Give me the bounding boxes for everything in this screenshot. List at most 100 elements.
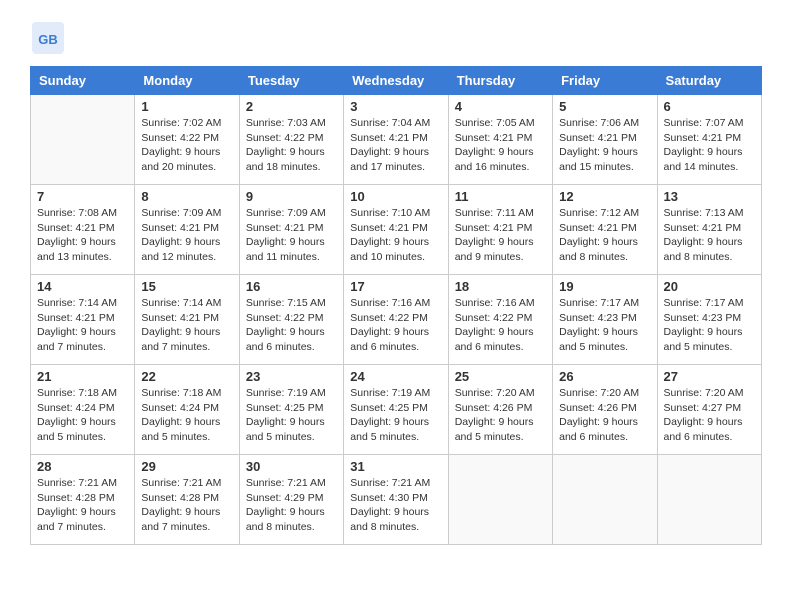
calendar-cell: 20 Sunrise: 7:17 AM Sunset: 4:23 PM Dayli… [657,275,761,365]
day-number: 3 [350,99,441,114]
day-info: Sunrise: 7:21 AM Sunset: 4:28 PM Dayligh… [37,476,128,535]
calendar-cell: 19 Sunrise: 7:17 AM Sunset: 4:23 PM Dayli… [553,275,657,365]
calendar-cell: 6Sunrise: 7:07 AM Sunset: 4:21 PM Daylig… [657,95,761,185]
day-number: 26 [559,369,650,384]
calendar-table: SundayMondayTuesdayWednesdayThursdayFrid… [30,66,762,545]
day-number: 29 [141,459,232,474]
day-info: Sunrise: 7:20 AM Sunset: 4:26 PM Dayligh… [455,386,546,445]
header-monday: Monday [135,67,239,95]
day-number: 13 [664,189,755,204]
calendar-cell: 9 Sunrise: 7:09 AM Sunset: 4:21 PM Daylig… [239,185,343,275]
calendar-cell: 11 Sunrise: 7:11 AM Sunset: 4:21 PM Dayli… [448,185,552,275]
day-info: Sunrise: 7:07 AM Sunset: 4:21 PM Dayligh… [664,116,755,175]
calendar-week-3: 14 Sunrise: 7:14 AM Sunset: 4:21 PM Dayli… [31,275,762,365]
header-friday: Friday [553,67,657,95]
day-info: Sunrise: 7:09 AM Sunset: 4:21 PM Dayligh… [246,206,337,265]
header-tuesday: Tuesday [239,67,343,95]
calendar-cell: 13 Sunrise: 7:13 AM Sunset: 4:21 PM Dayli… [657,185,761,275]
calendar-cell: 21 Sunrise: 7:18 AM Sunset: 4:24 PM Dayli… [31,365,135,455]
calendar-cell: 17 Sunrise: 7:16 AM Sunset: 4:22 PM Dayli… [344,275,448,365]
day-number: 30 [246,459,337,474]
day-number: 16 [246,279,337,294]
day-info: Sunrise: 7:20 AM Sunset: 4:26 PM Dayligh… [559,386,650,445]
day-info: Sunrise: 7:17 AM Sunset: 4:23 PM Dayligh… [664,296,755,355]
day-number: 17 [350,279,441,294]
calendar-cell: 1 Sunrise: 7:02 AM Sunset: 4:22 PM Daylig… [135,95,239,185]
day-info: Sunrise: 7:14 AM Sunset: 4:21 PM Dayligh… [141,296,232,355]
calendar-cell [448,455,552,545]
calendar-cell: 31Sunrise: 7:21 AM Sunset: 4:30 PM Dayli… [344,455,448,545]
day-number: 19 [559,279,650,294]
day-number: 15 [141,279,232,294]
calendar-cell: 12 Sunrise: 7:12 AM Sunset: 4:21 PM Dayli… [553,185,657,275]
calendar-cell [31,95,135,185]
header-wednesday: Wednesday [344,67,448,95]
calendar-week-1: 1 Sunrise: 7:02 AM Sunset: 4:22 PM Daylig… [31,95,762,185]
day-number: 5 [559,99,650,114]
calendar-cell: 4 Sunrise: 7:05 AM Sunset: 4:21 PM Daylig… [448,95,552,185]
day-info: Sunrise: 7:02 AM Sunset: 4:22 PM Dayligh… [141,116,232,175]
day-number: 1 [141,99,232,114]
day-number: 9 [246,189,337,204]
calendar-week-5: 28 Sunrise: 7:21 AM Sunset: 4:28 PM Dayli… [31,455,762,545]
day-info: Sunrise: 7:16 AM Sunset: 4:22 PM Dayligh… [350,296,441,355]
day-number: 31 [350,459,441,474]
calendar-cell: 25 Sunrise: 7:20 AM Sunset: 4:26 PM Dayli… [448,365,552,455]
calendar-cell: 8 Sunrise: 7:09 AM Sunset: 4:21 PM Daylig… [135,185,239,275]
day-number: 18 [455,279,546,294]
day-info: Sunrise: 7:14 AM Sunset: 4:21 PM Dayligh… [37,296,128,355]
calendar-cell: 22 Sunrise: 7:18 AM Sunset: 4:24 PM Dayli… [135,365,239,455]
calendar-cell: 30 Sunrise: 7:21 AM Sunset: 4:29 PM Dayli… [239,455,343,545]
day-info: Sunrise: 7:03 AM Sunset: 4:22 PM Dayligh… [246,116,337,175]
calendar-cell: 2 Sunrise: 7:03 AM Sunset: 4:22 PM Daylig… [239,95,343,185]
calendar-week-2: 7Sunrise: 7:08 AM Sunset: 4:21 PM Daylig… [31,185,762,275]
calendar-cell [657,455,761,545]
day-number: 10 [350,189,441,204]
calendar-cell: 15 Sunrise: 7:14 AM Sunset: 4:21 PM Dayli… [135,275,239,365]
day-number: 24 [350,369,441,384]
svg-text:GB: GB [38,32,58,47]
calendar-cell [553,455,657,545]
calendar-cell: 18Sunrise: 7:16 AM Sunset: 4:22 PM Dayli… [448,275,552,365]
day-info: Sunrise: 7:18 AM Sunset: 4:24 PM Dayligh… [37,386,128,445]
page-header: GB [30,20,762,56]
day-info: Sunrise: 7:11 AM Sunset: 4:21 PM Dayligh… [455,206,546,265]
calendar-cell: 10 Sunrise: 7:10 AM Sunset: 4:21 PM Dayli… [344,185,448,275]
day-number: 20 [664,279,755,294]
day-info: Sunrise: 7:08 AM Sunset: 4:21 PM Dayligh… [37,206,128,265]
day-number: 25 [455,369,546,384]
day-info: Sunrise: 7:21 AM Sunset: 4:28 PM Dayligh… [141,476,232,535]
day-info: Sunrise: 7:15 AM Sunset: 4:22 PM Dayligh… [246,296,337,355]
day-info: Sunrise: 7:19 AM Sunset: 4:25 PM Dayligh… [246,386,337,445]
day-number: 12 [559,189,650,204]
day-info: Sunrise: 7:05 AM Sunset: 4:21 PM Dayligh… [455,116,546,175]
day-number: 22 [141,369,232,384]
day-info: Sunrise: 7:04 AM Sunset: 4:21 PM Dayligh… [350,116,441,175]
day-number: 4 [455,99,546,114]
day-number: 27 [664,369,755,384]
day-number: 11 [455,189,546,204]
calendar-cell: 23 Sunrise: 7:19 AM Sunset: 4:25 PM Dayli… [239,365,343,455]
calendar-header-row: SundayMondayTuesdayWednesdayThursdayFrid… [31,67,762,95]
day-info: Sunrise: 7:12 AM Sunset: 4:21 PM Dayligh… [559,206,650,265]
header-thursday: Thursday [448,67,552,95]
day-info: Sunrise: 7:17 AM Sunset: 4:23 PM Dayligh… [559,296,650,355]
day-info: Sunrise: 7:20 AM Sunset: 4:27 PM Dayligh… [664,386,755,445]
day-info: Sunrise: 7:13 AM Sunset: 4:21 PM Dayligh… [664,206,755,265]
logo: GB [30,20,70,56]
day-number: 8 [141,189,232,204]
day-info: Sunrise: 7:09 AM Sunset: 4:21 PM Dayligh… [141,206,232,265]
calendar-cell: 26 Sunrise: 7:20 AM Sunset: 4:26 PM Dayli… [553,365,657,455]
day-number: 21 [37,369,128,384]
day-info: Sunrise: 7:18 AM Sunset: 4:24 PM Dayligh… [141,386,232,445]
day-number: 23 [246,369,337,384]
day-number: 14 [37,279,128,294]
day-info: Sunrise: 7:06 AM Sunset: 4:21 PM Dayligh… [559,116,650,175]
calendar-cell: 3 Sunrise: 7:04 AM Sunset: 4:21 PM Daylig… [344,95,448,185]
day-info: Sunrise: 7:10 AM Sunset: 4:21 PM Dayligh… [350,206,441,265]
day-number: 2 [246,99,337,114]
logo-icon: GB [30,20,66,56]
day-number: 28 [37,459,128,474]
header-saturday: Saturday [657,67,761,95]
day-info: Sunrise: 7:21 AM Sunset: 4:29 PM Dayligh… [246,476,337,535]
